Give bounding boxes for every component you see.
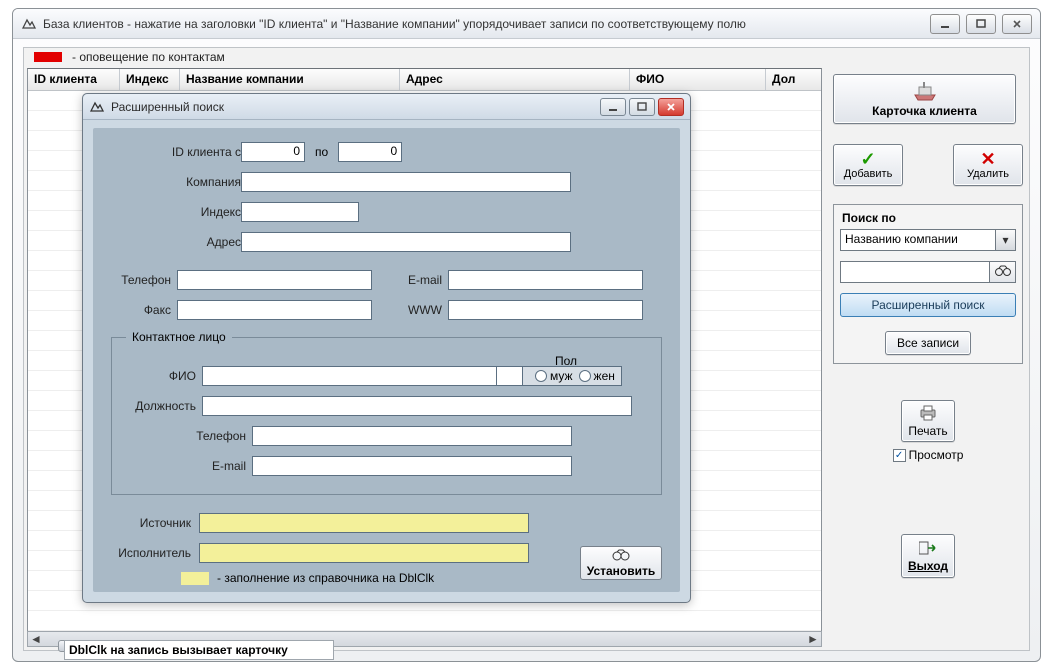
dialog-title: Расширенный поиск — [111, 100, 224, 114]
printer-icon — [918, 405, 938, 424]
legend-text: - оповещение по контактам — [72, 50, 225, 64]
grid-col-4[interactable]: ФИО — [630, 69, 766, 90]
exit-button[interactable]: Выход — [901, 534, 955, 578]
close-button[interactable] — [1002, 14, 1032, 34]
id-from-label: ID клиента с — [111, 145, 241, 159]
scroll-right-icon[interactable]: ► — [805, 632, 821, 646]
preview-checkbox[interactable]: ✓ — [893, 449, 906, 462]
scroll-left-icon[interactable]: ◄ — [28, 632, 44, 646]
extended-search-button[interactable]: Расширенный поиск — [840, 293, 1016, 317]
dialog-maximize-button[interactable] — [629, 98, 655, 116]
position-input[interactable] — [202, 396, 632, 416]
contact-person-legend: Контактное лицо — [126, 330, 232, 344]
contact-phone-label: Телефон — [126, 429, 246, 443]
client-card-label: Карточка клиента — [872, 104, 977, 118]
source-input[interactable] — [199, 513, 529, 533]
grid-col-0[interactable]: ID клиента — [28, 69, 120, 90]
email-input[interactable] — [448, 270, 643, 290]
app-icon — [21, 16, 37, 32]
advanced-search-dialog: Расширенный поиск ID клиента с 0 по 0 Ко… — [82, 93, 691, 603]
check-icon: ✓ — [860, 150, 875, 168]
binocular-button[interactable] — [990, 261, 1016, 283]
contact-email-label: E-mail — [126, 459, 246, 473]
fax-label: Факс — [111, 303, 171, 317]
fio-gender-code[interactable] — [497, 366, 523, 386]
legend-color-red — [34, 52, 62, 62]
fio-label: ФИО — [126, 369, 196, 383]
grid-col-1[interactable]: Индекс — [120, 69, 180, 90]
delete-button[interactable]: ✕ Удалить — [953, 144, 1023, 186]
address-input[interactable] — [241, 232, 571, 252]
apply-button[interactable]: Установить — [580, 546, 662, 580]
contact-person-group: Контактное лицо Пол ФИО муж жен Должност… — [111, 330, 662, 495]
id-to-input[interactable]: 0 — [338, 142, 402, 162]
company-input[interactable] — [241, 172, 571, 192]
exit-icon — [919, 540, 937, 559]
binoculars-icon — [995, 265, 1011, 280]
id-to-label: по — [315, 145, 328, 159]
address-label: Адрес — [111, 235, 241, 249]
dialog-body: ID клиента с 0 по 0 Компания Индекс Адре… — [93, 128, 680, 592]
status-hint: DblClk на запись вызывает карточку клиен… — [64, 640, 334, 660]
preview-label: Просмотр — [909, 448, 964, 462]
print-button[interactable]: Печать — [901, 400, 955, 442]
contact-email-input[interactable] — [252, 456, 572, 476]
executor-input[interactable] — [199, 543, 529, 563]
legend: - оповещение по контактам — [30, 50, 225, 64]
dialog-close-button[interactable] — [658, 98, 684, 116]
email-label: E-mail — [372, 273, 442, 287]
window-title: База клиентов - нажатие на заголовки "ID… — [43, 17, 746, 31]
x-icon: ✕ — [980, 150, 995, 168]
chevron-down-icon[interactable]: ▾ — [996, 229, 1016, 251]
fio-input[interactable] — [202, 366, 497, 386]
minimize-button[interactable] — [930, 14, 960, 34]
grid-col-3[interactable]: Адрес — [400, 69, 630, 90]
right-sidebar: Карточка клиента ✓ Добавить ✕ Удалить По… — [833, 74, 1023, 578]
all-records-button[interactable]: Все записи — [885, 331, 971, 355]
client-card-button[interactable]: Карточка клиента — [833, 74, 1016, 124]
www-label: WWW — [372, 303, 442, 317]
source-label: Источник — [111, 516, 191, 530]
grid-header: ID клиентаИндексНазвание компанииАдресФИ… — [28, 69, 821, 91]
phone-input[interactable] — [177, 270, 372, 290]
maximize-button[interactable] — [966, 14, 996, 34]
company-label: Компания — [111, 175, 241, 189]
add-button[interactable]: ✓ Добавить — [833, 144, 903, 186]
position-label: Должность — [126, 399, 196, 413]
main-titlebar[interactable]: База клиентов - нажатие на заголовки "ID… — [13, 9, 1040, 39]
yellow-swatch — [181, 572, 209, 585]
phone-label: Телефон — [111, 273, 171, 287]
dialog-titlebar[interactable]: Расширенный поиск — [83, 94, 690, 120]
executor-label: Исполнитель — [111, 546, 191, 560]
search-by-select[interactable]: Названию компании — [840, 229, 996, 251]
id-from-input[interactable]: 0 — [241, 142, 305, 162]
search-panel-title: Поиск по — [842, 211, 1016, 225]
grid-col-2[interactable]: Название компании — [180, 69, 400, 90]
grid-col-5[interactable]: Дол — [766, 69, 821, 90]
search-panel: Поиск по Названию компании ▾ Расширенный… — [833, 204, 1023, 364]
binoculars-icon — [612, 549, 630, 564]
www-input[interactable] — [448, 300, 643, 320]
index-label: Индекс — [111, 205, 241, 219]
fax-input[interactable] — [177, 300, 372, 320]
dialog-minimize-button[interactable] — [600, 98, 626, 116]
gender-female-radio[interactable] — [579, 370, 591, 382]
dialog-icon — [89, 99, 105, 115]
ship-icon — [910, 81, 940, 104]
index-input[interactable] — [241, 202, 359, 222]
contact-phone-input[interactable] — [252, 426, 572, 446]
search-input[interactable] — [840, 261, 990, 283]
yellow-hint: - заполнение из справочника на DblClk — [217, 571, 434, 585]
gender-male-radio[interactable] — [535, 370, 547, 382]
